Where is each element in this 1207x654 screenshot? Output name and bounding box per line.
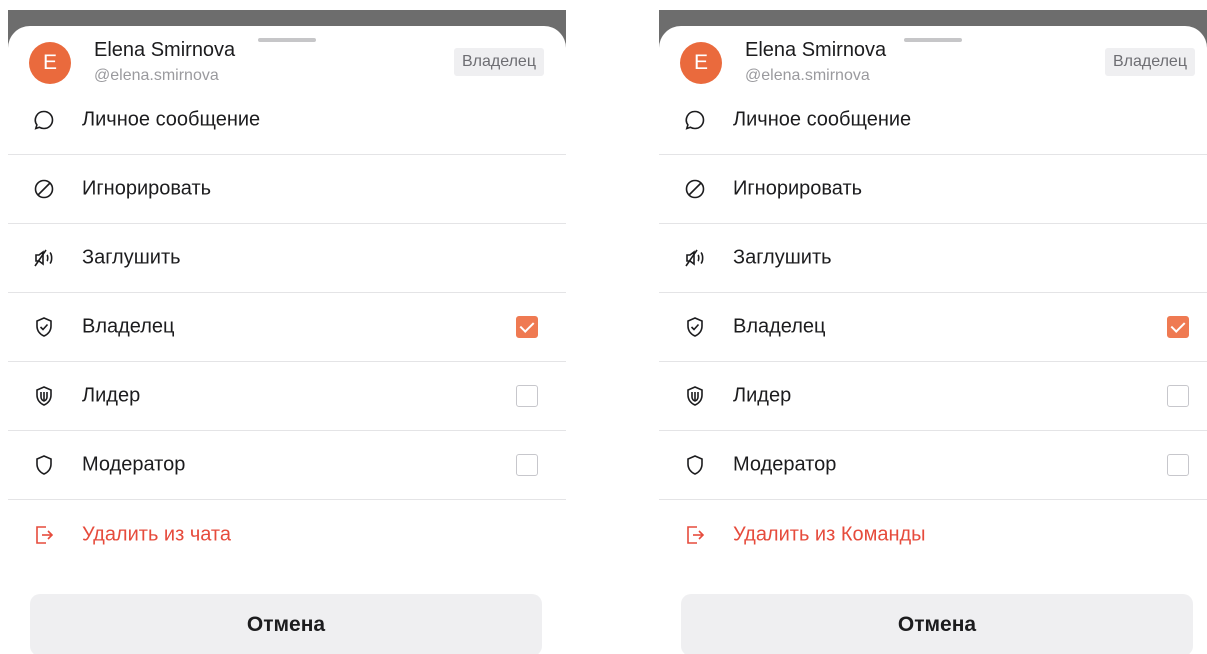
avatar: E [29, 42, 71, 84]
leader-checkbox[interactable] [516, 385, 538, 407]
menu-item-label: Заглушить [733, 246, 832, 269]
owner-checkbox[interactable] [1167, 316, 1189, 338]
menu-item-label: Игнорировать [733, 177, 863, 200]
menu-item-direct-message[interactable]: Личное сообщение [659, 86, 1207, 155]
user-header: E Elena Smirnova @elena.smirnova Владеле… [659, 38, 1207, 88]
block-icon [685, 179, 705, 199]
user-handle: @elena.smirnova [94, 67, 219, 84]
owner-checkbox[interactable] [516, 316, 538, 338]
cancel-button[interactable]: Отмена [681, 594, 1193, 654]
shield-leader-icon [687, 386, 703, 406]
user-handle: @elena.smirnova [745, 67, 870, 84]
menu-item-role-owner[interactable]: Владелец [659, 293, 1207, 362]
message-icon [34, 110, 54, 130]
menu-item-ignore[interactable]: Игнорировать [659, 155, 1207, 224]
menu-item-mute[interactable]: Заглушить [659, 224, 1207, 293]
menu-item-label: Удалить из Команды [733, 523, 926, 545]
user-name: Elena Smirnova [745, 39, 887, 61]
menu-item-mute[interactable]: Заглушить [8, 224, 566, 293]
leader-checkbox[interactable] [1167, 385, 1189, 407]
menu-item-label: Владелец [82, 315, 175, 338]
shield-leader-icon [36, 386, 52, 406]
menu-item-label: Лидер [82, 384, 141, 407]
menu-item-role-leader[interactable]: Лидер [8, 362, 566, 431]
menu-item-label: Модератор [733, 453, 837, 476]
user-name: Elena Smirnova [94, 39, 236, 61]
menu-item-label: Удалить из чата [82, 523, 231, 545]
shield-icon [687, 455, 703, 475]
menu-item-direct-message[interactable]: Личное сообщение [8, 86, 566, 155]
message-icon [685, 110, 705, 130]
menu-item-ignore[interactable]: Игнорировать [8, 155, 566, 224]
menu-item-label: Игнорировать [82, 177, 212, 200]
shield-check-icon [687, 317, 703, 337]
menu-item-role-owner[interactable]: Владелец [8, 293, 566, 362]
shield-check-icon [36, 317, 52, 337]
action-menu: Личное сообщение Игнорировать Заглушить … [659, 86, 1207, 569]
action-menu: Личное сообщение Игнорировать Заглушить … [8, 86, 566, 569]
mute-icon [685, 249, 704, 267]
menu-item-label: Личное сообщение [733, 108, 912, 131]
mute-icon [34, 249, 53, 267]
menu-item-role-moderator[interactable]: Модератор [659, 431, 1207, 500]
action-sheet-team: E Elena Smirnova @elena.smirnova Владеле… [659, 0, 1207, 654]
menu-item-remove[interactable]: Удалить из чата [8, 500, 566, 569]
role-badge: Владелец [1104, 48, 1195, 76]
moderator-checkbox[interactable] [1167, 454, 1189, 476]
shield-icon [36, 455, 52, 475]
moderator-checkbox[interactable] [516, 454, 538, 476]
role-badge: Владелец [453, 48, 544, 76]
block-icon [34, 179, 54, 199]
exit-icon [36, 525, 54, 544]
menu-item-role-moderator[interactable]: Модератор [8, 431, 566, 500]
menu-item-label: Личное сообщение [82, 108, 261, 131]
menu-item-label: Владелец [733, 315, 826, 338]
cancel-button[interactable]: Отмена [30, 594, 542, 654]
menu-item-label: Лидер [733, 384, 792, 407]
menu-item-role-leader[interactable]: Лидер [659, 362, 1207, 431]
menu-item-label: Заглушить [82, 246, 181, 269]
user-header: E Elena Smirnova @elena.smirnova Владеле… [8, 38, 566, 88]
menu-item-remove[interactable]: Удалить из Команды [659, 500, 1207, 569]
menu-item-label: Модератор [82, 453, 186, 476]
exit-icon [687, 525, 705, 544]
action-sheet-chat: E Elena Smirnova @elena.smirnova Владеле… [8, 0, 566, 654]
avatar: E [680, 42, 722, 84]
